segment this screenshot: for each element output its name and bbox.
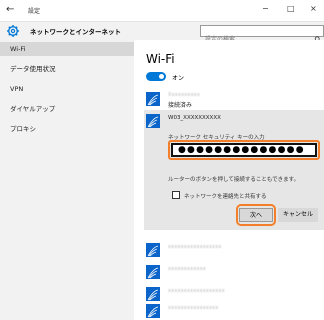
window-titlebar: ← 設定 − □ × xyxy=(0,0,324,22)
maximize-button[interactable]: □ xyxy=(287,4,295,13)
sidebar-item-dialup[interactable]: ダイヤルアップ xyxy=(0,102,134,116)
wifi-icon xyxy=(146,92,160,106)
window-title: 設定 xyxy=(28,8,41,15)
sidebar-item-vpn[interactable]: VPN xyxy=(0,82,134,96)
next-highlight xyxy=(236,204,276,226)
sidebar-item-wifi[interactable]: Wi-Fi xyxy=(0,42,134,56)
cancel-button[interactable]: キャンセル xyxy=(278,208,318,222)
share-label: ネットワークを連絡先と共有する xyxy=(184,194,267,200)
sidebar-item-proxy[interactable]: プロキシ xyxy=(0,122,134,136)
close-button[interactable]: × xyxy=(310,4,317,13)
list-item[interactable]: xxxxxxxxxxxxxxxxxx xyxy=(146,284,314,304)
search-icon[interactable] xyxy=(313,28,320,43)
back-button[interactable]: ← xyxy=(6,4,14,15)
wifi-icon xyxy=(146,265,160,279)
toggle-knob xyxy=(159,74,164,79)
sidebar-item-data-usage[interactable]: データ使用状況 xyxy=(0,62,134,76)
network-name: xxxxxxxxxxxxxxxxx xyxy=(168,244,222,250)
wifi-icon xyxy=(146,243,160,257)
wifi-icon xyxy=(146,114,160,128)
wifi-icon xyxy=(146,287,160,301)
connected-network-name: Xxxxxxxxxx xyxy=(168,92,201,98)
list-item[interactable]: xxxxxxxxxxxxxxxxx xyxy=(146,240,314,260)
connected-status: 接続済み xyxy=(168,102,193,109)
page-heading: ネットワークとインターネット xyxy=(30,28,121,36)
wps-hint: ルーターのボタンを押して接続することもできます。 xyxy=(168,177,300,183)
network-name: xxxxxxxxxxxxxxxxxx xyxy=(168,288,225,294)
expanded-network-name: W03_XXXXXXXXXX xyxy=(168,115,221,121)
toggle-label: オン xyxy=(172,75,185,82)
main-panel: Wi-Fi オン Xxxxxxxxxx 接続済み W03_XXXXXXXXXX … xyxy=(134,40,324,320)
expanded-network-panel: W03_XXXXXXXXXX ネットワーク セキュリティ キーの入力 ●●●●●… xyxy=(144,110,324,230)
network-name: xxxxxxxxxxxx xyxy=(168,266,206,272)
settings-header: ネットワークとインターネット xyxy=(0,22,324,45)
gear-icon xyxy=(6,23,20,37)
wifi-icon xyxy=(146,304,160,318)
minimize-button[interactable]: − xyxy=(262,4,269,13)
share-checkbox[interactable] xyxy=(172,191,180,199)
wifi-toggle[interactable] xyxy=(146,72,166,81)
search-box[interactable] xyxy=(200,25,324,45)
list-item[interactable]: xxxxxxxxxxxx xyxy=(146,262,314,282)
password-highlight xyxy=(168,140,320,160)
list-item[interactable]: xxxxxxxxxxxxxxxx xyxy=(146,302,314,320)
network-name: xxxxxxxxxxxxxxxx xyxy=(168,305,219,311)
sidebar: Wi-Fi データ使用状況 VPN ダイヤルアップ プロキシ xyxy=(0,40,134,320)
page-title: Wi-Fi xyxy=(146,52,175,66)
